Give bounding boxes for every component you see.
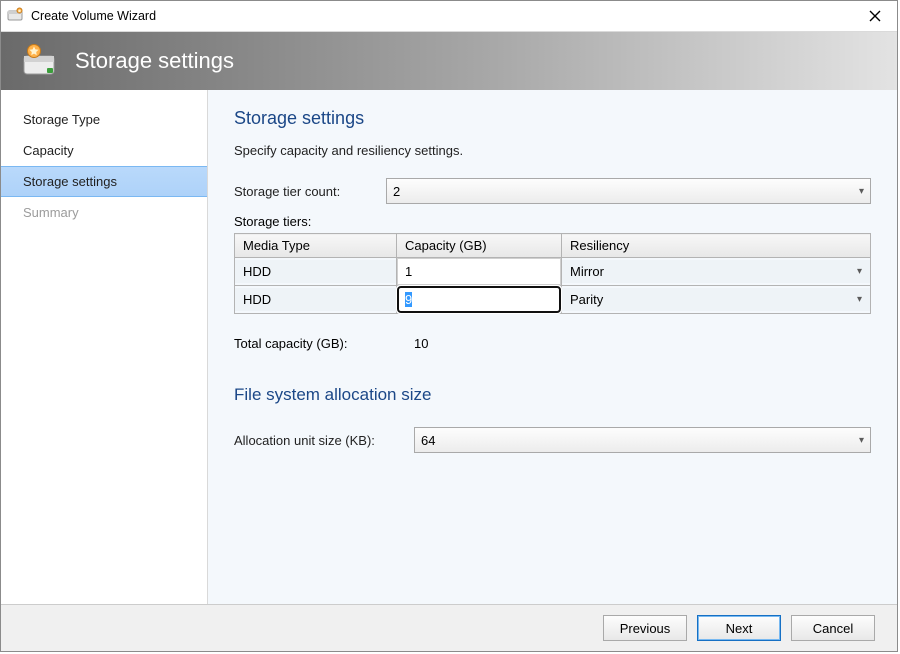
sidebar-item-label: Storage Type xyxy=(23,112,100,127)
resiliency-value: Parity xyxy=(570,292,603,307)
fs-alloc-heading: File system allocation size xyxy=(234,385,871,405)
sidebar-item-storage-type[interactable]: Storage Type xyxy=(1,104,207,135)
banner: Storage settings xyxy=(1,32,897,90)
sidebar-item-summary[interactable]: Summary xyxy=(1,197,207,228)
window-title: Create Volume Wizard xyxy=(31,9,853,23)
chevron-down-icon: ▾ xyxy=(857,294,862,305)
tier-count-select[interactable]: 2 ▾ xyxy=(386,178,871,204)
table-row: HDD Mirror ▾ xyxy=(235,258,871,286)
tier-count-value: 2 xyxy=(393,184,859,199)
storage-tiers-table: Media Type Capacity (GB) Resiliency HDD M… xyxy=(234,233,871,314)
tiers-label: Storage tiers: xyxy=(234,214,871,229)
sidebar-item-label: Summary xyxy=(23,205,79,220)
wizard-window: Create Volume Wizard Storage settings St… xyxy=(0,0,898,652)
close-button[interactable] xyxy=(853,1,897,31)
cancel-button[interactable]: Cancel xyxy=(791,615,875,641)
next-button[interactable]: Next xyxy=(697,615,781,641)
banner-title: Storage settings xyxy=(75,48,234,74)
media-type-cell: HDD xyxy=(235,260,396,283)
wizard-sidebar: Storage Type Capacity Storage settings S… xyxy=(1,90,208,604)
sidebar-item-label: Capacity xyxy=(23,143,74,158)
titlebar: Create Volume Wizard xyxy=(1,1,897,32)
col-header-capacity[interactable]: Capacity (GB) xyxy=(397,234,562,258)
table-row: HDD Parity ▾ xyxy=(235,286,871,314)
col-header-media[interactable]: Media Type xyxy=(235,234,397,258)
page-heading: Storage settings xyxy=(234,108,871,129)
wizard-footer: Previous Next Cancel xyxy=(1,604,897,651)
page-instructions: Specify capacity and resiliency settings… xyxy=(234,143,871,158)
chevron-down-icon: ▾ xyxy=(857,266,862,277)
resiliency-select[interactable]: Parity ▾ xyxy=(562,288,870,311)
capacity-input[interactable] xyxy=(397,286,561,313)
sidebar-item-storage-settings[interactable]: Storage settings xyxy=(1,166,207,197)
app-icon xyxy=(7,6,25,27)
total-capacity-label: Total capacity (GB): xyxy=(234,336,414,351)
chevron-down-icon: ▾ xyxy=(859,186,864,197)
col-header-resiliency[interactable]: Resiliency xyxy=(562,234,871,258)
alloc-unit-label: Allocation unit size (KB): xyxy=(234,433,414,448)
banner-storage-icon xyxy=(21,41,61,81)
sidebar-item-capacity[interactable]: Capacity xyxy=(1,135,207,166)
sidebar-item-label: Storage settings xyxy=(23,174,117,189)
tier-count-label: Storage tier count: xyxy=(234,184,386,199)
resiliency-select[interactable]: Mirror ▾ xyxy=(562,260,870,283)
previous-button-label: Previous xyxy=(620,621,671,636)
next-button-label: Next xyxy=(726,621,753,636)
chevron-down-icon: ▾ xyxy=(859,435,864,446)
media-type-cell: HDD xyxy=(235,288,396,311)
resiliency-value: Mirror xyxy=(570,264,604,279)
alloc-unit-value: 64 xyxy=(421,433,859,448)
total-capacity-value: 10 xyxy=(414,336,428,351)
main-panel: Storage settings Specify capacity and re… xyxy=(208,90,897,604)
capacity-input[interactable] xyxy=(397,258,561,285)
cancel-button-label: Cancel xyxy=(813,621,853,636)
alloc-unit-select[interactable]: 64 ▾ xyxy=(414,427,871,453)
previous-button[interactable]: Previous xyxy=(603,615,687,641)
